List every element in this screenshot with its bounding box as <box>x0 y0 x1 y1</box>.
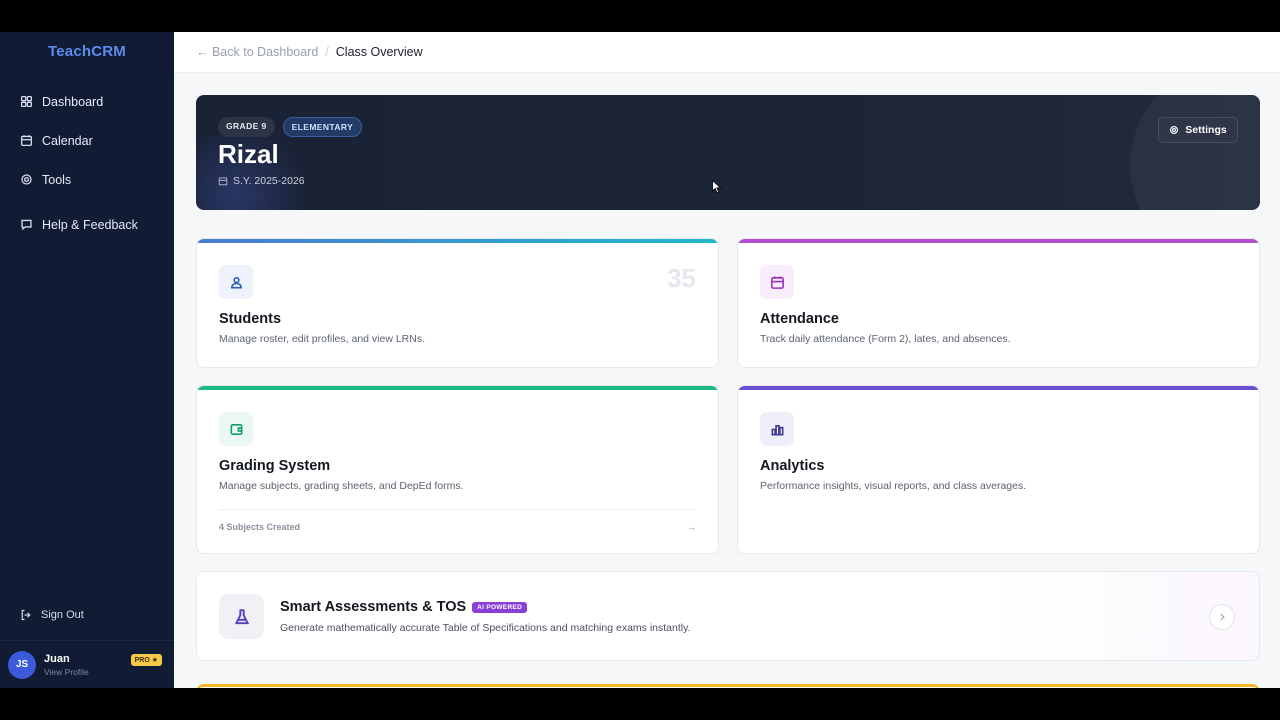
assessments-icon-box <box>219 594 264 639</box>
sidebar-item-calendar[interactable]: Calendar <box>0 121 174 160</box>
card-accent-bar <box>738 386 1259 390</box>
class-badges: GRADE 9 ELEMENTARY <box>218 117 363 137</box>
grid-icon <box>20 95 33 108</box>
school-year: S.Y. 2025-2026 <box>218 175 305 187</box>
profile-name: Juan <box>44 652 70 665</box>
sidebar-item-tools[interactable]: Tools <box>0 160 174 199</box>
breadcrumb-separator: / <box>325 45 329 59</box>
logout-icon <box>21 609 31 621</box>
settings-button[interactable]: Settings <box>1158 117 1238 143</box>
brand-logo[interactable]: TeachCRM <box>0 32 174 70</box>
subjects-count: 4 Subjects Created <box>219 522 301 532</box>
level-badge: ELEMENTARY <box>282 117 363 137</box>
card-title: Attendance <box>760 311 839 327</box>
sidebar-item-help[interactable]: Help & Feedback <box>0 205 174 244</box>
gear-icon <box>1170 126 1179 134</box>
class-name: Rizal <box>218 139 279 169</box>
arrow-right-icon[interactable]: → <box>687 522 696 532</box>
card-title: Analytics <box>760 458 825 474</box>
message-icon <box>21 219 32 231</box>
mouse-cursor-icon <box>712 180 722 194</box>
calendar-icon <box>20 135 33 147</box>
card-accent-bar <box>738 239 1259 243</box>
school-year-text: S.Y. 2025-2026 <box>233 175 305 187</box>
card-accent-bar <box>197 386 718 390</box>
attendance-icon-box <box>760 265 794 299</box>
smart-assessments-card[interactable]: Smart Assessments & TOS AI POWERED Gener… <box>196 571 1260 661</box>
card-description: Manage subjects, grading sheets, and Dep… <box>219 480 464 492</box>
hero-decoration <box>1130 95 1260 210</box>
card-footer: 4 Subjects Created → <box>219 509 696 532</box>
student-count: 35 <box>667 263 696 293</box>
sidebar-nav: Dashboard Calendar Tools Help & Feedback <box>0 82 174 244</box>
pro-badge: PRO ★ <box>130 654 162 666</box>
students-card[interactable]: 35 Students Manage roster, edit profiles… <box>196 238 719 368</box>
back-to-dashboard-link[interactable]: ← Back to Dashboard <box>196 45 318 59</box>
analytics-icon-box <box>760 412 794 446</box>
card-title: Students <box>219 311 282 327</box>
users-icon <box>230 276 242 288</box>
calendar-icon <box>770 275 784 289</box>
profile-card[interactable]: JS Juan View Profile PRO ★ <box>0 640 174 688</box>
next-card-peek <box>196 684 1260 688</box>
calendar-icon <box>218 177 228 186</box>
grading-card[interactable]: Grading System Manage subjects, grading … <box>196 385 719 554</box>
card-title: Smart Assessments & TOS <box>280 599 467 615</box>
avatar[interactable]: JS <box>8 650 36 679</box>
grade-badge: GRADE 9 <box>218 117 275 137</box>
gear-icon <box>21 174 32 185</box>
breadcrumb: ← Back to Dashboard / Class Overview <box>174 32 1280 73</box>
card-title: Grading System <box>219 458 331 474</box>
flask-icon <box>234 608 249 624</box>
sign-out-label: Sign Out <box>41 609 84 621</box>
wallet-icon <box>230 423 242 435</box>
card-description: Performance insights, visual reports, an… <box>760 480 1027 492</box>
sidebar-item-label: Help & Feedback <box>42 217 138 232</box>
settings-label: Settings <box>1185 124 1227 136</box>
profile-info: Juan View Profile <box>44 653 89 677</box>
card-description: Generate mathematically accurate Table o… <box>280 622 691 634</box>
main-content: ← Back to Dashboard / Class Overview GRA… <box>174 32 1280 688</box>
sign-out-button[interactable]: Sign Out <box>20 609 84 621</box>
chevron-right-button[interactable] <box>1209 604 1235 630</box>
card-description: Track daily attendance (Form 2), lates, … <box>760 333 1011 345</box>
assessments-title-row: Smart Assessments & TOS AI POWERED <box>280 599 528 615</box>
app-window: TeachCRM Dashboard Calendar Tools Help &… <box>0 32 1280 688</box>
sidebar-item-label: Dashboard <box>42 94 104 109</box>
card-accent-bar <box>197 239 718 243</box>
sidebar-item-label: Calendar <box>42 133 93 148</box>
page-title: Class Overview <box>335 45 423 59</box>
ai-powered-badge: AI POWERED <box>472 601 528 613</box>
sidebar-item-dashboard[interactable]: Dashboard <box>0 82 174 121</box>
grading-icon-box <box>219 412 253 446</box>
card-description: Manage roster, edit profiles, and view L… <box>219 333 426 345</box>
sidebar: TeachCRM Dashboard Calendar Tools Help &… <box>0 32 174 688</box>
students-icon-box <box>219 265 253 299</box>
view-profile-link[interactable]: View Profile <box>44 667 89 677</box>
class-header: GRADE 9 ELEMENTARY Rizal S.Y. 2025-2026 … <box>196 95 1260 210</box>
attendance-card[interactable]: Attendance Track daily attendance (Form … <box>737 238 1260 368</box>
bar-chart-icon <box>771 424 783 435</box>
chevron-right-icon <box>1220 613 1225 621</box>
sidebar-item-label: Tools <box>42 172 72 187</box>
analytics-card[interactable]: Analytics Performance insights, visual r… <box>737 385 1260 554</box>
